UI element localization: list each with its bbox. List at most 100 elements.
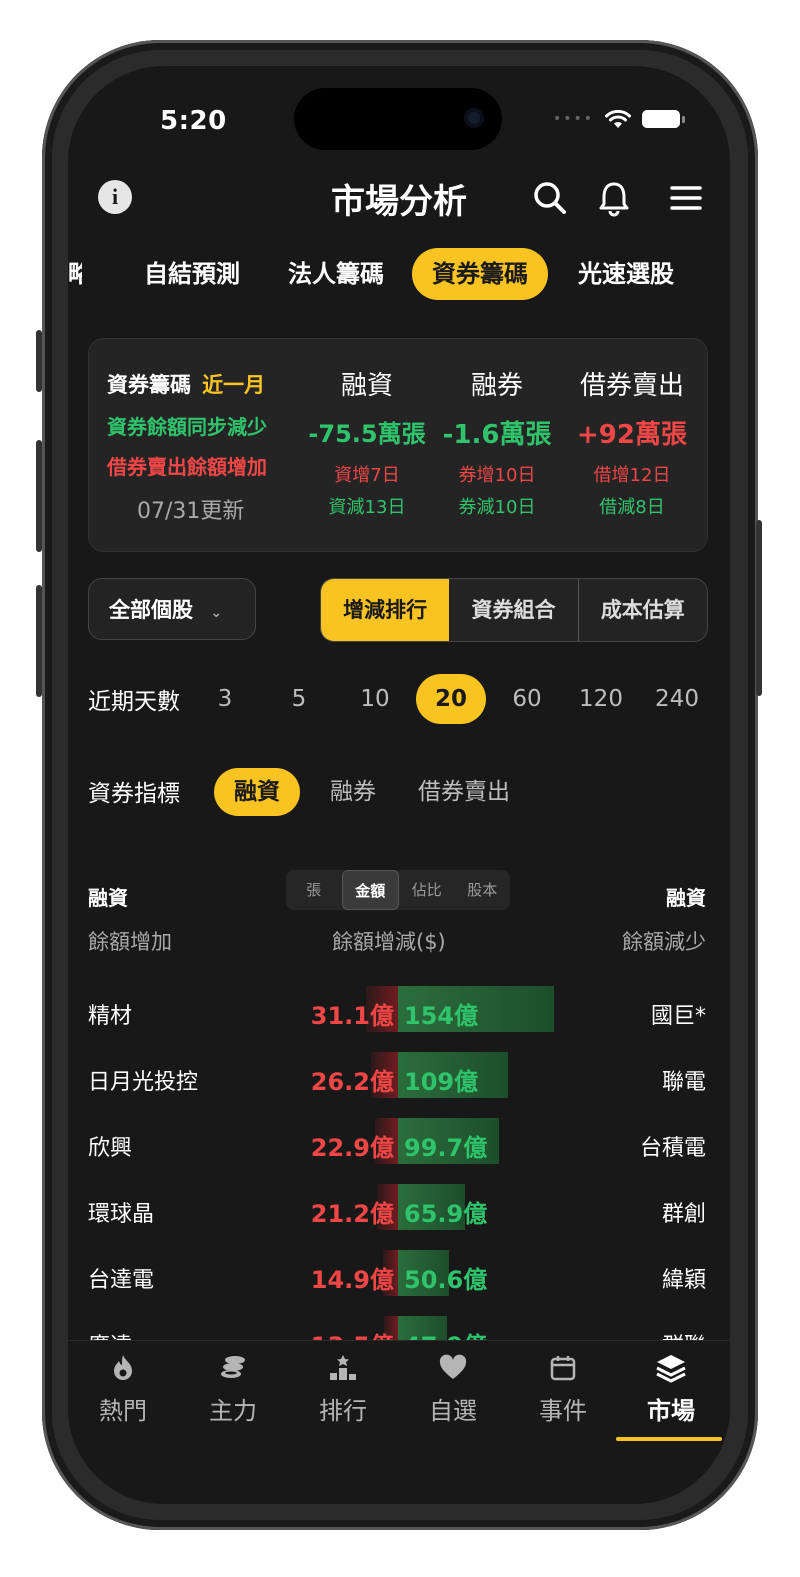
col-value: +92萬張 (577, 420, 687, 450)
day-option-120[interactable]: 120 (566, 674, 636, 724)
summary-title: 資券籌碼 (107, 373, 191, 397)
col-financing: 融資 -75.5萬張 資增7日 資減13日 (301, 339, 433, 519)
tab-label: 主力 (209, 1397, 257, 1425)
table-row[interactable]: 日月光投控 26.2億 109億 聯電 (68, 1052, 730, 1112)
decrease-value: 154億 (404, 1002, 479, 1030)
tab-market[interactable]: 市場 (616, 1353, 726, 1426)
day-option-3[interactable]: 3 (190, 674, 260, 724)
unit-capital[interactable]: 股本 (455, 870, 511, 910)
layers-icon (656, 1355, 686, 1383)
coins-icon (221, 1356, 245, 1378)
search-icon[interactable] (530, 178, 570, 218)
increase-value: 21.2億 (310, 1200, 394, 1228)
increase-stock-name: 台達電 (88, 1268, 155, 1293)
col-header: 融券 (470, 371, 523, 401)
dropdown-label: 全部個股 (109, 598, 193, 622)
table-row[interactable]: 欣興 22.9億 99.7億 台積電 (68, 1118, 730, 1178)
right-column-title: 融資 (666, 886, 706, 910)
col-line1: 券增10日 (458, 465, 536, 486)
unit-ratio[interactable]: 佔比 (399, 870, 455, 910)
increase-value: 31.1億 (310, 1002, 394, 1030)
tab-events[interactable]: 事件 (508, 1353, 618, 1426)
days-label: 近期天數 (88, 689, 180, 715)
tab-label: 事件 (539, 1397, 587, 1425)
decrease-value: 65.9億 (404, 1200, 488, 1228)
tab-partial[interactable]: 略 (68, 248, 82, 300)
decrease-value: 50.6億 (404, 1266, 488, 1294)
left-column-subtitle: 餘額增加 (88, 930, 172, 954)
tab-label: 熱門 (99, 1397, 147, 1425)
decrease-stock-name: 群創 (661, 1202, 706, 1227)
tab-label: 自選 (429, 1397, 477, 1425)
col-line2: 借減8日 (599, 497, 665, 518)
table-row[interactable]: 台達電 14.9億 50.6億 緯穎 (68, 1250, 730, 1310)
decrease-value: 109億 (404, 1068, 479, 1096)
active-tab-indicator (616, 1437, 722, 1441)
segment-combination[interactable]: 資券組合 (449, 579, 579, 641)
day-option-240[interactable]: 240 (642, 674, 712, 724)
indicator-short[interactable]: 融券 (310, 768, 396, 816)
battery-icon (642, 110, 685, 128)
dynamic-island (294, 88, 502, 150)
col-value: -1.6萬張 (442, 420, 552, 450)
tab-hot[interactable]: 熱門 (68, 1353, 178, 1426)
stock-scope-dropdown[interactable]: 全部個股 ⌄ (88, 578, 256, 640)
camera-icon (464, 108, 484, 128)
col-value: -75.5萬張 (308, 420, 426, 448)
summary-updated: 07/31更新 (137, 499, 245, 524)
status-indicators: •••• (553, 108, 685, 130)
summary-period: 近一月 (202, 373, 266, 397)
increase-stock-name: 廣達 (88, 1328, 132, 1340)
increase-value: 14.9億 (310, 1266, 394, 1294)
col-line2: 資減13日 (328, 497, 406, 518)
bell-icon[interactable] (594, 178, 634, 218)
col-header: 融資 (340, 371, 393, 401)
tab-label: 市場 (647, 1397, 695, 1425)
bottom-tab-bar: 熱門 主力 排行 自選 事件 市場 (68, 1340, 730, 1504)
increase-stock-name: 精材 (88, 1004, 133, 1029)
segment-ranking[interactable]: 增減排行 (321, 579, 450, 641)
unit-amount[interactable]: 金額 (341, 870, 399, 910)
tab-self-forecast[interactable]: 自結預測 (124, 248, 260, 300)
tab-main-force[interactable]: 主力 (178, 1353, 288, 1426)
table-row[interactable]: 環球晶 21.2億 65.9億 群創 (68, 1184, 730, 1244)
table-row[interactable]: 廣達 13.5億 47.9億 群聯 (68, 1316, 730, 1340)
power-button (756, 520, 762, 696)
segment-cost-estimate[interactable]: 成本估算 (579, 579, 707, 641)
menu-icon[interactable] (666, 178, 706, 218)
col-securities-lending: 借券賣出 +92萬張 借增12日 借減8日 (563, 339, 701, 519)
decrease-stock-name: 群聯 (662, 1328, 706, 1340)
view-segmented-control: 增減排行 資券組合 成本估算 (320, 578, 708, 642)
tab-institutional[interactable]: 法人籌碼 (268, 248, 404, 300)
increase-value: 13.5億 (311, 1326, 394, 1340)
decrease-stock-name: 國巨* (650, 1004, 706, 1029)
decrease-stock-name: 緯穎 (661, 1268, 706, 1293)
indicator-lending[interactable]: 借券賣出 (398, 768, 530, 816)
indicator-label: 資券指標 (88, 781, 180, 807)
decrease-value: 99.7億 (404, 1134, 488, 1162)
summary-title-line: 資券籌碼 近一月 (107, 369, 265, 399)
summary-note-red: 借券賣出餘額增加 (107, 455, 267, 479)
tab-quick-screen[interactable]: 光速選股 (558, 248, 694, 300)
indicator-financing[interactable]: 融資 (214, 768, 300, 816)
fire-icon (114, 1355, 132, 1380)
day-option-10[interactable]: 10 (340, 674, 410, 724)
right-column-subtitle: 餘額減少 (622, 930, 706, 954)
chevron-down-icon: ⌄ (210, 605, 223, 621)
decrease-value: 47.9億 (404, 1326, 487, 1340)
summary-card: 資券籌碼 近一月 資券餘額同步減少 借券賣出餘額增加 07/31更新 融資 -7… (88, 338, 708, 552)
day-option-60[interactable]: 60 (492, 674, 562, 724)
day-option-20[interactable]: 20 (416, 674, 486, 724)
unit-segmented-control: 張 金額 佔比 股本 (286, 870, 510, 910)
tab-ranking[interactable]: 排行 (288, 1353, 398, 1426)
unit-shares[interactable]: 張 (286, 870, 342, 910)
decrease-stock-name: 台積電 (639, 1136, 706, 1161)
tab-watchlist[interactable]: 自選 (398, 1353, 508, 1426)
increase-value: 26.2億 (310, 1068, 394, 1096)
heart-icon (439, 1354, 467, 1379)
increase-stock-name: 環球晶 (88, 1202, 155, 1227)
tab-margin-chips[interactable]: 資券籌碼 (412, 248, 548, 300)
table-row[interactable]: 精材 31.1億 154億 國巨* (68, 986, 730, 1046)
day-option-5[interactable]: 5 (264, 674, 334, 724)
col-line2: 券減10日 (458, 497, 536, 518)
